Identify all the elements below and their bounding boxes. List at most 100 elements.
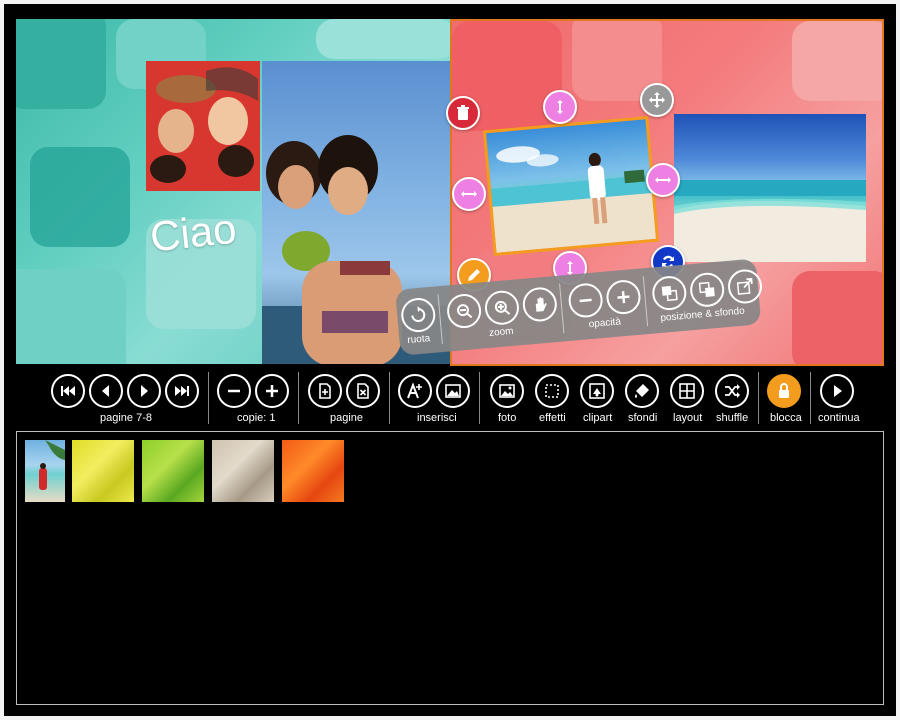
copies-increase-button[interactable]: [255, 374, 289, 408]
add-text-button[interactable]: [398, 374, 432, 408]
remove-page-icon: [357, 383, 369, 399]
effects-icon: [545, 384, 559, 398]
photo-label: foto: [498, 412, 517, 424]
insert-label: inserisci: [417, 412, 457, 424]
clipart-button[interactable]: [580, 374, 614, 408]
shuffle-button[interactable]: [715, 374, 749, 408]
continue-button[interactable]: [820, 374, 854, 408]
separator: [810, 372, 811, 424]
separator: [559, 283, 565, 334]
library-thumb-green-bg[interactable]: [142, 440, 204, 502]
copies-decrease-button[interactable]: [217, 374, 251, 408]
photo-button[interactable]: [490, 374, 524, 408]
bg-tile: [30, 147, 130, 247]
copies-label: copie: 1: [237, 412, 276, 424]
insert-image-button[interactable]: [436, 374, 470, 408]
separator: [437, 294, 443, 345]
separator: [389, 372, 390, 424]
move-photo-button[interactable]: [640, 83, 674, 117]
add-page-button[interactable]: [308, 374, 342, 408]
layers-back-icon: [661, 285, 678, 302]
separator: [758, 372, 759, 424]
media-library-panel: [16, 431, 884, 705]
separator: [208, 372, 209, 424]
play-icon: [834, 385, 842, 397]
next-page-button[interactable]: [127, 374, 161, 408]
remove-page-button[interactable]: [346, 374, 380, 408]
backgrounds-icon: [635, 384, 649, 398]
rotate-label: ruota: [406, 333, 431, 347]
opacity-label: opacità: [588, 316, 622, 331]
pages-label: pagine: [330, 412, 364, 424]
bg-tile: [16, 19, 106, 109]
bg-tile: [16, 269, 126, 364]
move-icon: [649, 92, 665, 108]
zoom-in-button[interactable]: [483, 289, 521, 327]
photo-beach-sea[interactable]: [674, 114, 866, 262]
bg-tile: [316, 19, 450, 59]
continue-label: continua: [818, 412, 860, 424]
bg-tile: [792, 21, 882, 101]
rotate-button[interactable]: [399, 296, 437, 334]
library-thumb-beige-bg[interactable]: [212, 440, 274, 502]
lock-icon: [779, 383, 789, 398]
send-back-button[interactable]: [650, 274, 688, 312]
resize-right-handle[interactable]: [646, 163, 680, 197]
resize-horizontal-icon: [461, 191, 477, 197]
effects-button[interactable]: [535, 374, 569, 408]
layout-label: layout: [673, 412, 703, 424]
layout-button[interactable]: [670, 374, 704, 408]
backgrounds-label: sfondi: [628, 412, 658, 424]
last-page-button[interactable]: [165, 374, 199, 408]
separator: [479, 372, 480, 424]
insert-image-icon: [445, 384, 461, 398]
layers-front-icon: [698, 281, 715, 297]
first-page-icon: [61, 386, 75, 396]
zoom-out-button[interactable]: [445, 292, 483, 330]
layout-icon: [679, 383, 695, 399]
zoom-label: zoom: [488, 325, 514, 339]
prev-page-icon: [102, 385, 109, 397]
pencil-icon: [468, 269, 480, 281]
opacity-decrease-button[interactable]: [567, 282, 605, 319]
ciao-text[interactable]: Ciao: [148, 205, 239, 262]
bg-tile: [792, 271, 882, 364]
lock-label: blocca: [770, 412, 802, 424]
first-page-button[interactable]: [51, 374, 85, 408]
set-background-icon: [736, 277, 753, 295]
shuffle-label: shuffle: [716, 412, 749, 424]
photo-image: [146, 61, 260, 191]
photo-girls-lying[interactable]: [146, 61, 260, 191]
separator: [642, 276, 649, 327]
add-text-icon: [407, 382, 422, 399]
photo-icon: [499, 384, 515, 398]
clipart-label: clipart: [583, 412, 613, 424]
lock-button[interactable]: [767, 374, 801, 408]
backgrounds-button[interactable]: [625, 374, 659, 408]
left-album-page[interactable]: Ciao: [16, 19, 450, 364]
zoom-in-icon: [494, 300, 511, 315]
resize-top-handle[interactable]: [543, 90, 577, 124]
resize-horizontal-icon: [655, 177, 671, 183]
minus-icon: [228, 389, 240, 393]
library-thumb-beach-photo[interactable]: [25, 440, 65, 502]
shuffle-icon: [725, 384, 740, 398]
delete-photo-button[interactable]: [446, 96, 480, 130]
photo-image: [490, 146, 656, 253]
last-page-icon: [175, 386, 189, 396]
separator: [298, 372, 299, 424]
library-thumb-yellow-bg[interactable]: [72, 440, 134, 502]
library-thumb-orange-bg[interactable]: [282, 440, 344, 502]
resize-left-handle[interactable]: [452, 177, 486, 211]
zoom-out-icon: [457, 304, 473, 319]
pages-nav-label: pagine 7-8: [100, 412, 152, 424]
photo-beach-girl-selected[interactable]: [482, 116, 660, 256]
plus-icon: [617, 291, 630, 304]
prev-page-button[interactable]: [89, 374, 123, 408]
pan-button[interactable]: [521, 286, 559, 323]
main-toolbar: pagine 7-8 copie: 1 pagine inserisci fot…: [0, 368, 900, 430]
opacity-increase-button[interactable]: [605, 278, 642, 316]
effects-label: effetti: [539, 412, 566, 424]
bring-front-button[interactable]: [688, 271, 726, 309]
plus-icon: [266, 385, 278, 397]
